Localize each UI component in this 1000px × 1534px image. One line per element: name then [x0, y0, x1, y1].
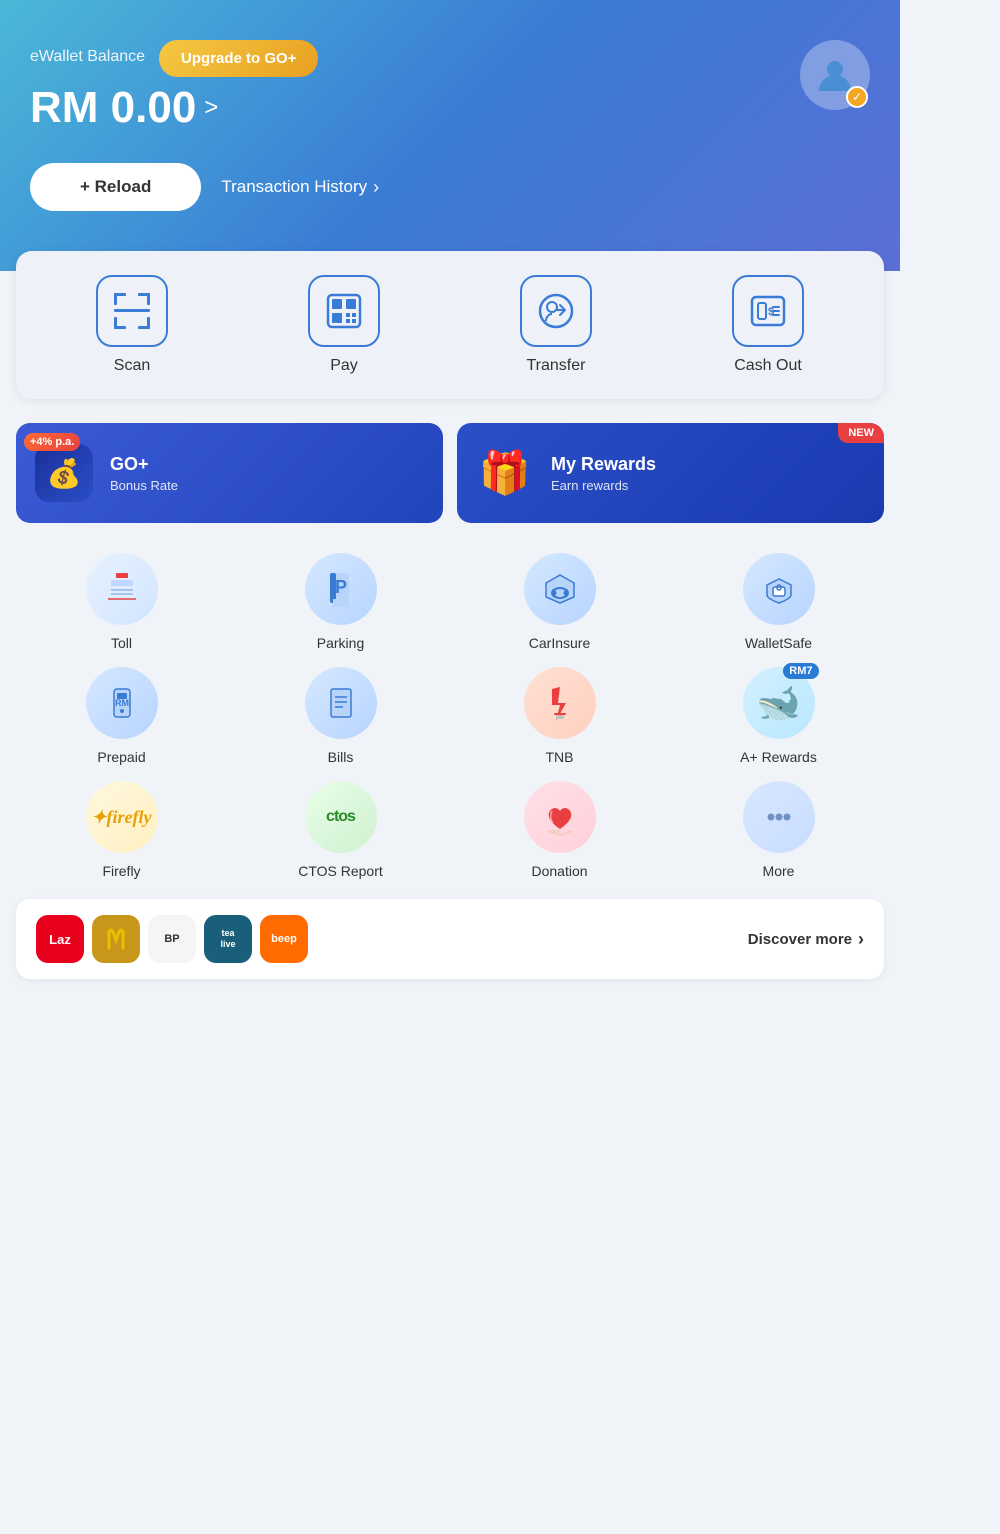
- go-rate-badge: +4% p.a.: [24, 433, 80, 451]
- partner-logos: Laz BP tealive beep: [36, 915, 308, 963]
- carinsure-icon: [524, 553, 596, 625]
- pay-icon-box: [308, 275, 380, 347]
- cashout-label: Cash Out: [734, 357, 802, 375]
- cashout-icon-box: $: [732, 275, 804, 347]
- discover-bar: Laz BP tealive beep Discover more ›: [16, 899, 884, 979]
- reload-button[interactable]: + Reload: [30, 163, 201, 211]
- tnb-icon: [524, 667, 596, 739]
- beep-logo[interactable]: beep: [260, 915, 308, 963]
- prepaid-item[interactable]: RM Prepaid: [16, 667, 227, 765]
- transfer-icon-box: [520, 275, 592, 347]
- donation-item[interactable]: Donation: [454, 781, 665, 879]
- scan-icon-box: [96, 275, 168, 347]
- ctos-label: CTOS Report: [298, 863, 383, 879]
- parking-label: Parking: [317, 635, 364, 651]
- prepaid-icon: RM: [86, 667, 158, 739]
- lazada-logo[interactable]: Laz: [36, 915, 84, 963]
- discover-arrow-icon: ›: [858, 929, 864, 950]
- arewards-emoji: 🐋: [756, 682, 801, 724]
- avatar[interactable]: ✓: [800, 40, 870, 110]
- upgrade-button[interactable]: Upgrade to GO+: [159, 40, 318, 77]
- bp-logo[interactable]: BP: [148, 915, 196, 963]
- firefly-icon: ✦firefly: [86, 781, 158, 853]
- pay-icon: [320, 287, 368, 335]
- arewards-item[interactable]: 🐋 RM7 A+ Rewards: [673, 667, 884, 765]
- prepaid-label: Prepaid: [97, 749, 145, 765]
- ctos-icon: ctos: [305, 781, 377, 853]
- cashout-action[interactable]: $ Cash Out: [662, 275, 874, 375]
- pay-action[interactable]: Pay: [238, 275, 450, 375]
- tnb-label: TNB: [546, 749, 574, 765]
- more-item[interactable]: More: [673, 781, 884, 879]
- ewallet-label: eWallet Balance: [30, 48, 145, 66]
- transaction-history-link[interactable]: Transaction History ›: [221, 177, 379, 198]
- new-badge: NEW: [838, 423, 884, 443]
- carinsure-item[interactable]: CarInsure: [454, 553, 665, 651]
- mcd-logo[interactable]: [92, 915, 140, 963]
- scan-action[interactable]: Scan: [26, 275, 238, 375]
- walletsafe-label: WalletSafe: [745, 635, 812, 651]
- scan-icon: [108, 287, 156, 335]
- balance-arrow[interactable]: >: [204, 94, 218, 122]
- toll-item[interactable]: Toll: [16, 553, 227, 651]
- walletsafe-icon: [743, 553, 815, 625]
- carinsure-label: CarInsure: [529, 635, 590, 651]
- pay-label: Pay: [330, 357, 358, 375]
- tnb-item[interactable]: TNB: [454, 667, 665, 765]
- parking-icon: P: [305, 553, 377, 625]
- svg-text:RM: RM: [115, 698, 129, 708]
- my-rewards-card[interactable]: NEW 🎁 My Rewards Earn rewards: [457, 423, 884, 523]
- toll-icon: [86, 553, 158, 625]
- donation-label: Donation: [531, 863, 587, 879]
- rewards-icon: 🎁: [473, 441, 537, 505]
- services-section: Toll P Parking: [0, 533, 900, 879]
- arewards-label: A+ Rewards: [740, 749, 817, 765]
- go-plus-icon: +4% p.a. 💰: [32, 441, 96, 505]
- bills-icon: [305, 667, 377, 739]
- arewards-icon: 🐋 RM7: [743, 667, 815, 739]
- header: eWallet Balance Upgrade to GO+ RM 0.00 >…: [0, 0, 900, 271]
- rm7-badge: RM7: [783, 663, 818, 679]
- toll-label: Toll: [111, 635, 132, 651]
- rewards-subtitle: Earn rewards: [551, 478, 656, 493]
- firefly-item[interactable]: ✦firefly Firefly: [16, 781, 227, 879]
- bills-item[interactable]: Bills: [235, 667, 446, 765]
- firefly-label: Firefly: [102, 863, 140, 879]
- bills-label: Bills: [328, 749, 354, 765]
- services-grid: Toll P Parking: [16, 553, 884, 879]
- svg-text:P: P: [334, 577, 346, 597]
- more-label: More: [763, 863, 795, 879]
- more-icon: [743, 781, 815, 853]
- transfer-icon: [532, 287, 580, 335]
- balance-amount: RM 0.00: [30, 83, 196, 133]
- go-plus-card[interactable]: +4% p.a. 💰 GO+ Bonus Rate: [16, 423, 443, 523]
- scan-label: Scan: [114, 357, 150, 375]
- discover-more-button[interactable]: Discover more ›: [748, 929, 864, 950]
- parking-item[interactable]: P Parking: [235, 553, 446, 651]
- header-left: eWallet Balance Upgrade to GO+ RM 0.00 >: [30, 40, 318, 133]
- quick-actions: Scan Pay Transfer: [16, 251, 884, 399]
- rewards-title: My Rewards: [551, 454, 656, 475]
- go-plus-subtitle: Bonus Rate: [110, 478, 178, 493]
- discover-more-label: Discover more: [748, 931, 852, 948]
- tealive-logo[interactable]: tealive: [204, 915, 252, 963]
- walletsafe-item[interactable]: WalletSafe: [673, 553, 884, 651]
- promo-section: +4% p.a. 💰 GO+ Bonus Rate NEW 🎁 My Rewar…: [0, 399, 900, 533]
- donation-icon: [524, 781, 596, 853]
- transfer-action[interactable]: Transfer: [450, 275, 662, 375]
- ctos-item[interactable]: ctos CTOS Report: [235, 781, 446, 879]
- go-plus-title: GO+: [110, 454, 178, 475]
- cashout-icon: $: [744, 287, 792, 335]
- avatar-badge: ✓: [846, 86, 868, 108]
- arrow-icon: ›: [373, 177, 379, 198]
- transfer-label: Transfer: [527, 357, 586, 375]
